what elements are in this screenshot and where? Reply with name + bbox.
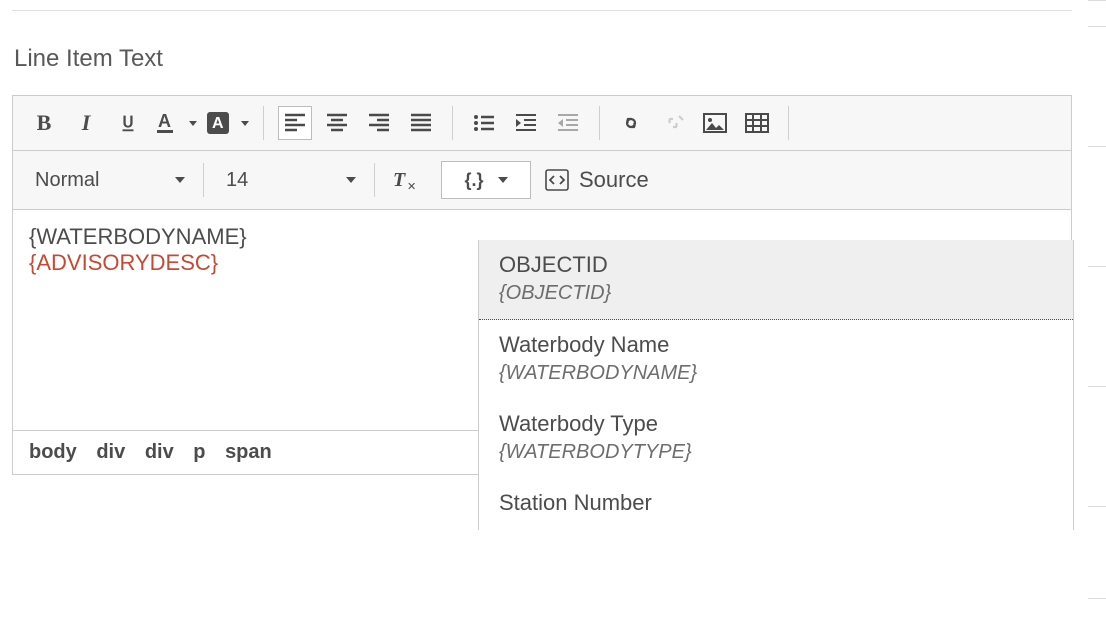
source-button[interactable]: Source bbox=[545, 167, 649, 193]
align-left-button[interactable] bbox=[278, 106, 312, 140]
remove-format-icon: T✕ bbox=[393, 168, 419, 192]
align-justify-icon bbox=[410, 113, 432, 133]
indent-icon bbox=[515, 113, 537, 133]
dropdown-item-label: Waterbody Name bbox=[499, 332, 1053, 358]
image-button[interactable] bbox=[698, 106, 732, 140]
toolbar-divider bbox=[374, 163, 375, 197]
dropdown-item-token: {WATERBODYNAME} bbox=[499, 362, 1053, 385]
align-center-button[interactable] bbox=[320, 106, 354, 140]
paragraph-format-select[interactable]: Normal bbox=[23, 163, 193, 197]
link-button[interactable] bbox=[614, 106, 648, 140]
insert-field-button[interactable]: {.} bbox=[441, 161, 531, 199]
top-divider bbox=[12, 10, 1072, 11]
table-button[interactable] bbox=[740, 106, 774, 140]
outdent-icon bbox=[557, 113, 579, 133]
italic-button[interactable]: I bbox=[69, 106, 103, 140]
align-justify-button[interactable] bbox=[404, 106, 438, 140]
toolbar-divider bbox=[452, 106, 453, 140]
dropdown-item-label: OBJECTID bbox=[499, 252, 1053, 278]
text-color-icon: A bbox=[154, 111, 186, 135]
field-dropdown: OBJECTID {OBJECTID} Waterbody Name {WATE… bbox=[478, 240, 1074, 530]
link-icon bbox=[619, 113, 643, 133]
unlink-button[interactable] bbox=[656, 106, 690, 140]
chevron-down-icon bbox=[175, 177, 185, 183]
paragraph-format-value: Normal bbox=[35, 169, 99, 192]
align-center-icon bbox=[326, 113, 348, 133]
dropdown-item-token: {WATERBODYTYPE} bbox=[499, 441, 1053, 464]
chevron-down-icon bbox=[498, 177, 508, 183]
dropdown-item[interactable]: Waterbody Name {WATERBODYNAME} bbox=[479, 320, 1073, 399]
dropdown-item[interactable]: OBJECTID {OBJECTID} bbox=[479, 240, 1073, 320]
table-icon bbox=[745, 113, 769, 133]
image-icon bbox=[703, 113, 727, 133]
toolbar-divider bbox=[599, 106, 600, 140]
toolbar-divider bbox=[788, 106, 789, 140]
dropdown-item-token: {OBJECTID} bbox=[499, 282, 1053, 305]
align-right-button[interactable] bbox=[362, 106, 396, 140]
indent-button[interactable] bbox=[509, 106, 543, 140]
svg-text:T: T bbox=[393, 169, 406, 191]
align-left-icon bbox=[284, 113, 306, 133]
chevron-down-icon bbox=[346, 177, 356, 183]
toolbar-divider bbox=[203, 163, 204, 197]
page: Line Item Text B I A A bbox=[0, 0, 1106, 618]
dropdown-item-label: Waterbody Type bbox=[499, 411, 1053, 437]
bullet-list-button[interactable] bbox=[467, 106, 501, 140]
chevron-down-icon bbox=[189, 121, 197, 126]
align-right-icon bbox=[368, 113, 390, 133]
source-icon bbox=[545, 169, 569, 191]
font-size-select[interactable]: 14 bbox=[214, 163, 364, 197]
underline-button[interactable] bbox=[111, 106, 145, 140]
underline-icon bbox=[117, 112, 139, 134]
bold-icon: B bbox=[37, 110, 52, 136]
italic-icon: I bbox=[82, 110, 91, 136]
chevron-down-icon bbox=[241, 121, 249, 126]
remove-format-button[interactable]: T✕ bbox=[389, 163, 423, 197]
insert-field-label: {.} bbox=[464, 170, 483, 191]
svg-text:✕: ✕ bbox=[407, 181, 416, 192]
toolbar-row-1: B I A A bbox=[13, 96, 1071, 151]
dropdown-item[interactable]: Station Number bbox=[479, 478, 1073, 530]
font-size-value: 14 bbox=[226, 169, 248, 192]
path-segment[interactable]: div bbox=[145, 441, 174, 463]
unlink-icon bbox=[661, 113, 685, 133]
source-label: Source bbox=[579, 167, 649, 193]
path-segment[interactable]: span bbox=[225, 441, 272, 463]
highlight-color-button[interactable]: A bbox=[205, 106, 249, 140]
svg-text:A: A bbox=[212, 115, 224, 132]
toolbar-row-2: Normal 14 T✕ {.} Source bbox=[13, 151, 1071, 210]
toolbar-divider bbox=[263, 106, 264, 140]
path-segment[interactable]: p bbox=[193, 441, 205, 463]
path-segment[interactable]: body bbox=[29, 441, 77, 463]
section-title: Line Item Text bbox=[14, 45, 1106, 73]
dropdown-item[interactable]: Waterbody Type {WATERBODYTYPE} bbox=[479, 399, 1073, 478]
margin-notches bbox=[1086, 0, 1106, 618]
outdent-button[interactable] bbox=[551, 106, 585, 140]
text-color-button[interactable]: A bbox=[153, 106, 197, 140]
bold-button[interactable]: B bbox=[27, 106, 61, 140]
bullet-list-icon bbox=[473, 113, 495, 133]
path-segment[interactable]: div bbox=[96, 441, 125, 463]
svg-text:A: A bbox=[158, 111, 171, 131]
highlight-icon: A bbox=[206, 111, 238, 135]
dropdown-item-label: Station Number bbox=[499, 490, 1053, 516]
